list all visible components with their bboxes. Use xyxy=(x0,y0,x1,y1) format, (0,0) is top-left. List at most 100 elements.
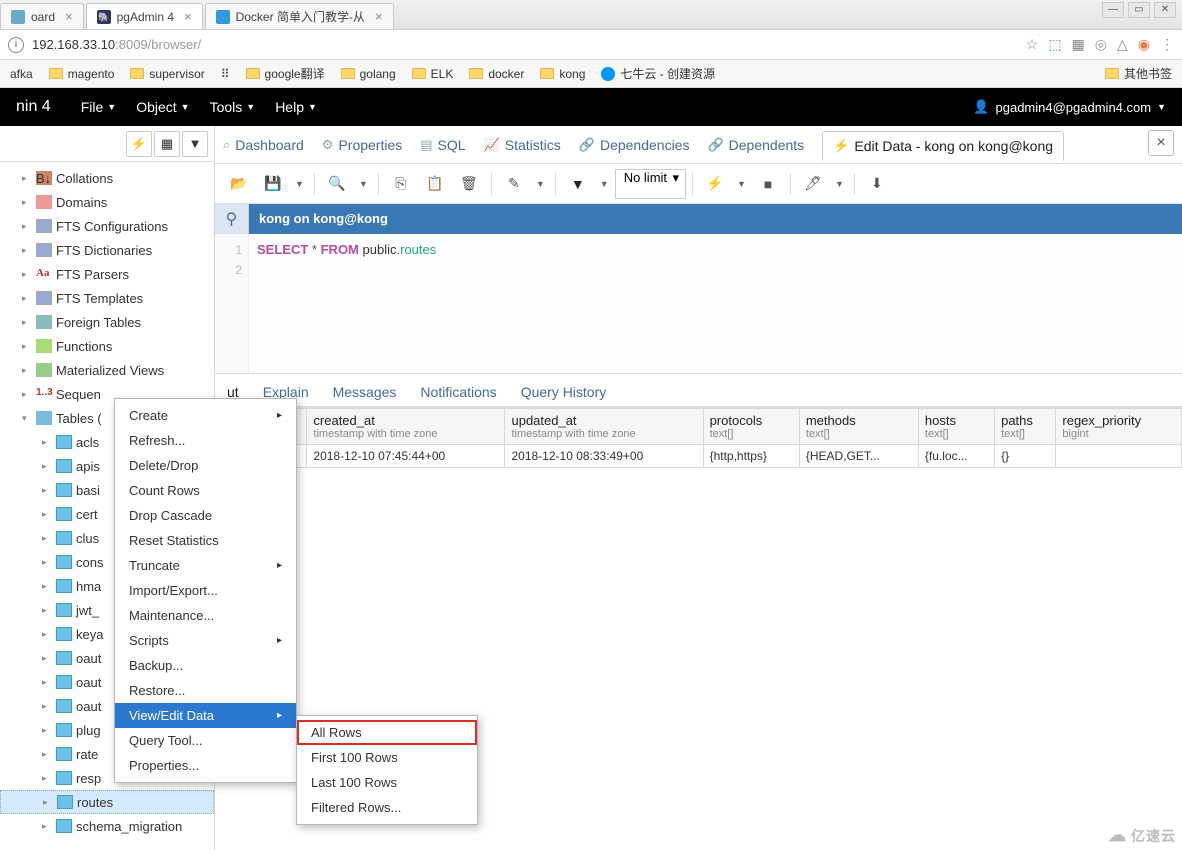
limit-select[interactable]: No limit ▾ xyxy=(615,169,686,199)
sql-editor[interactable]: 12 SELECT * FROM public.routes xyxy=(215,234,1182,374)
expand-icon[interactable]: ▸ xyxy=(22,245,32,256)
ctx-item[interactable]: Properties... xyxy=(115,753,296,778)
expand-icon[interactable]: ▸ xyxy=(42,605,52,616)
bookmark-item[interactable]: 七牛云 - 创建资源 xyxy=(595,62,721,85)
ctx-item[interactable]: Refresh... xyxy=(115,428,296,453)
ctx-sub-item[interactable]: All Rows xyxy=(297,720,477,745)
expand-icon[interactable]: ▸ xyxy=(42,773,52,784)
context-submenu[interactable]: All RowsFirst 100 RowsLast 100 RowsFilte… xyxy=(296,715,478,825)
ctx-item[interactable]: Backup... xyxy=(115,653,296,678)
chevron-down-icon[interactable]: ▼ xyxy=(355,179,372,189)
menu-help[interactable]: Help▼ xyxy=(275,99,317,115)
bookmark-item[interactable]: kong xyxy=(534,64,591,84)
chevron-down-icon[interactable]: ▼ xyxy=(596,179,613,189)
ctx-item[interactable]: Count Rows xyxy=(115,478,296,503)
column-header[interactable]: updated_attimestamp with time zone xyxy=(505,409,703,445)
maximize-button[interactable]: ▭ xyxy=(1128,2,1150,18)
close-button[interactable]: ✕ xyxy=(1154,2,1176,18)
star-icon[interactable]: ☆ xyxy=(1026,36,1039,53)
bookmark-item[interactable]: google翻译 xyxy=(240,62,331,85)
query-tool-button[interactable]: ⚡ xyxy=(126,131,152,157)
expand-icon[interactable]: ▸ xyxy=(42,821,52,832)
adblock-icon[interactable]: ◉ xyxy=(1138,36,1150,53)
bookmark-item[interactable]: docker xyxy=(463,64,530,84)
expand-icon[interactable]: ▸ xyxy=(22,197,32,208)
save-button[interactable]: 💾 xyxy=(257,169,289,199)
delete-button[interactable]: 🗑 xyxy=(453,169,485,199)
view-data-button[interactable]: ▦ xyxy=(154,131,180,157)
bookmark-item[interactable]: ⠿ xyxy=(215,64,236,84)
expand-icon[interactable]: ▸ xyxy=(42,557,52,568)
expand-icon[interactable]: ▸ xyxy=(22,293,32,304)
tree-node[interactable]: ▸Materialized Views xyxy=(0,358,214,382)
expand-icon[interactable]: ▸ xyxy=(42,533,52,544)
translate-icon[interactable]: ⬚ xyxy=(1048,36,1061,53)
cell[interactable]: {} xyxy=(995,445,1056,468)
minimize-button[interactable]: — xyxy=(1102,2,1124,18)
expand-icon[interactable]: ▸ xyxy=(42,485,52,496)
cell[interactable]: 2018-12-10 07:45:44+00 xyxy=(307,445,505,468)
column-header[interactable]: methodstext[] xyxy=(799,409,918,445)
bookmark-item[interactable]: supervisor xyxy=(124,64,210,84)
cell[interactable] xyxy=(1056,445,1182,468)
tree-node[interactable]: ▸schema_migration xyxy=(0,814,214,838)
tab-notifications[interactable]: Notifications xyxy=(418,378,498,406)
copy-button[interactable]: ⎘ xyxy=(385,169,417,199)
stop-button[interactable]: ■ xyxy=(752,169,784,199)
close-icon[interactable]: × xyxy=(65,9,73,24)
ctx-item[interactable]: Restore... xyxy=(115,678,296,703)
bookmark-item[interactable]: magento xyxy=(43,64,121,84)
chevron-down-icon[interactable]: ▼ xyxy=(532,179,549,189)
ctx-sub-item[interactable]: First 100 Rows xyxy=(297,745,477,770)
expand-icon[interactable]: ▸ xyxy=(22,341,32,352)
tree-node[interactable]: ▸FTS Configurations xyxy=(0,214,214,238)
bookmark-item[interactable]: afka xyxy=(4,64,39,84)
edit-button[interactable]: ✎ xyxy=(498,169,530,199)
ctx-item[interactable]: Delete/Drop xyxy=(115,453,296,478)
ctx-item[interactable]: Truncate▸ xyxy=(115,553,296,578)
extension-icon[interactable]: ◎ xyxy=(1095,36,1107,53)
menu-tools[interactable]: Tools▼ xyxy=(210,99,256,115)
expand-icon[interactable]: ▸ xyxy=(42,509,52,520)
expand-icon[interactable]: ▸ xyxy=(22,221,32,232)
ctx-item[interactable]: Maintenance... xyxy=(115,603,296,628)
expand-icon[interactable]: ▸ xyxy=(22,389,32,400)
tab-dependents[interactable]: 🔗Dependents xyxy=(707,137,804,153)
tree-node[interactable]: ▸FTS Dictionaries xyxy=(0,238,214,262)
expand-icon[interactable]: ▸ xyxy=(42,677,52,688)
cell[interactable]: {fu.loc... xyxy=(918,445,994,468)
column-header[interactable]: protocolstext[] xyxy=(703,409,799,445)
expand-icon[interactable]: ▸ xyxy=(42,725,52,736)
extension-icon[interactable]: △ xyxy=(1117,36,1128,53)
ctx-sub-item[interactable]: Filtered Rows... xyxy=(297,795,477,820)
expand-icon[interactable]: ▸ xyxy=(22,173,32,184)
close-panel-button[interactable]: × xyxy=(1148,130,1174,156)
menu-object[interactable]: Object▼ xyxy=(136,99,189,115)
tab-dashboard[interactable]: ⌕Dashboard xyxy=(223,137,304,153)
close-icon[interactable]: × xyxy=(184,9,192,24)
ctx-item[interactable]: Import/Export... xyxy=(115,578,296,603)
chevron-down-icon[interactable]: ▼ xyxy=(831,179,848,189)
expand-icon[interactable]: ▸ xyxy=(42,629,52,640)
open-file-button[interactable]: 📂 xyxy=(223,169,255,199)
tab-query-history[interactable]: Query History xyxy=(519,378,609,406)
tab-sql[interactable]: ▤SQL xyxy=(420,137,465,153)
tree-node[interactable]: ▸routes xyxy=(0,790,214,814)
expand-icon[interactable]: ▸ xyxy=(43,797,53,808)
tree-node[interactable]: ▸AaFTS Parsers xyxy=(0,262,214,286)
editor-code[interactable]: SELECT * FROM public.routes xyxy=(249,234,444,373)
column-header[interactable]: pathstext[] xyxy=(995,409,1056,445)
ctx-item[interactable]: Create▸ xyxy=(115,403,296,428)
column-header[interactable]: regex_prioritybigint xyxy=(1056,409,1182,445)
ctx-sub-item[interactable]: Last 100 Rows xyxy=(297,770,477,795)
browser-tab[interactable]: Docker 简单入门教学-从 × xyxy=(205,3,394,29)
tab-dependencies[interactable]: 🔗Dependencies xyxy=(579,137,690,153)
bookmark-item[interactable]: ELK xyxy=(406,64,460,84)
cell[interactable]: {HEAD,GET... xyxy=(799,445,918,468)
column-header[interactable]: hoststext[] xyxy=(918,409,994,445)
tree-node[interactable]: ▸Functions xyxy=(0,334,214,358)
expand-icon[interactable]: ▸ xyxy=(42,581,52,592)
ctx-item[interactable]: Drop Cascade xyxy=(115,503,296,528)
info-icon[interactable]: i xyxy=(8,37,24,53)
tree-node[interactable]: ▸FTS Templates xyxy=(0,286,214,310)
